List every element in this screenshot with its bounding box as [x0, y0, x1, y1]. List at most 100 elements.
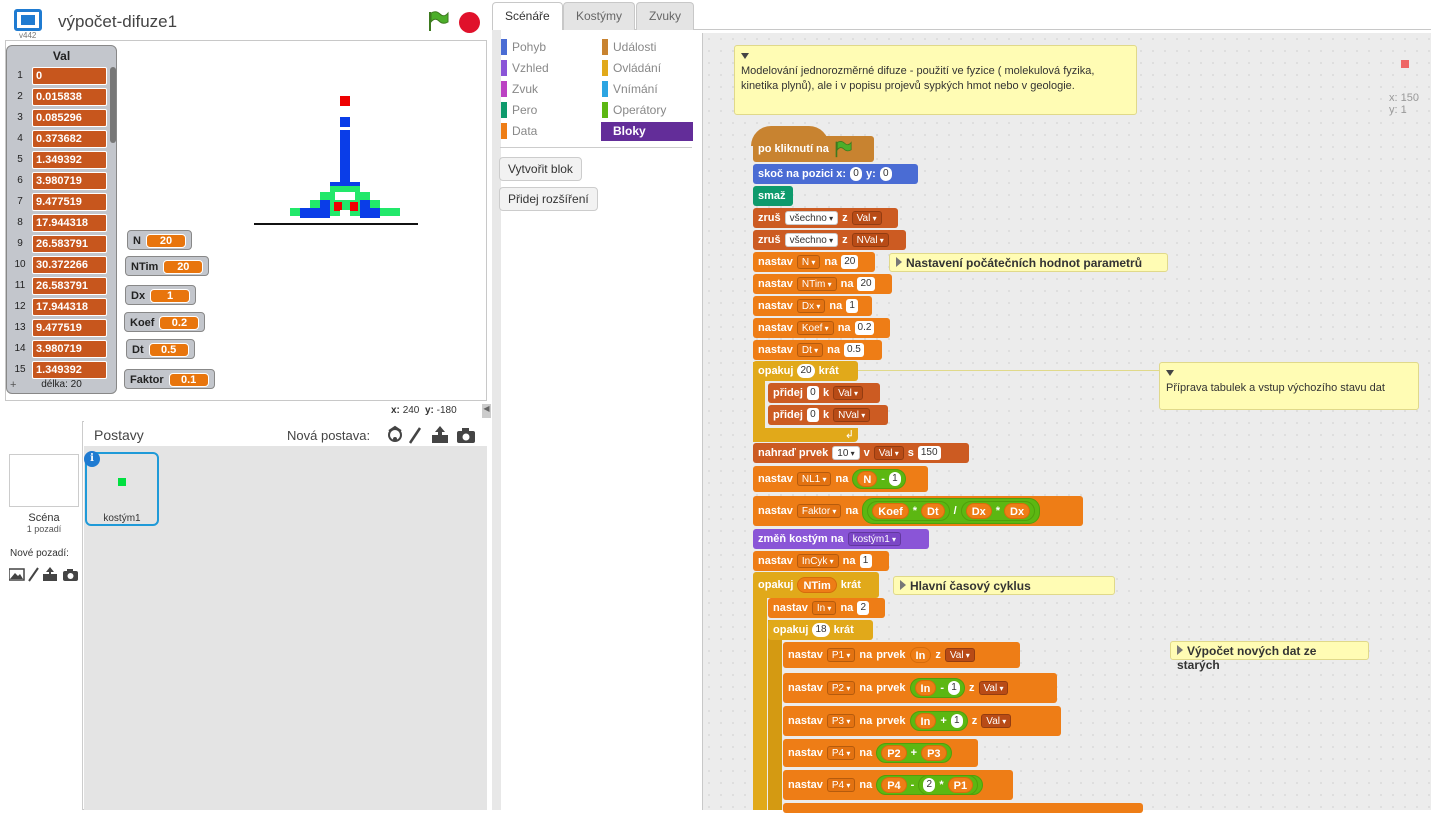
multiply-operator[interactable]: 2 * P1 [918, 775, 979, 795]
list-item-value[interactable]: 26.583791 [32, 277, 107, 295]
add-operator[interactable]: In +1 [909, 711, 968, 731]
category-data[interactable]: Data [501, 122, 537, 140]
info-icon[interactable]: i [84, 451, 100, 467]
list-scrollbar[interactable] [110, 67, 116, 143]
category-pen[interactable]: Pero [501, 101, 537, 119]
stop-icon[interactable] [459, 12, 480, 33]
subtract-operator[interactable]: P4- 2 * P1 [876, 775, 984, 795]
set-incyk-block[interactable]: nastavInCykna1 [753, 551, 889, 571]
goto-xy-block[interactable]: skoč na pozici x: 0 y: 0 [753, 164, 918, 184]
list-item[interactable]: 15 1.349392 [9, 361, 107, 380]
list-item-value[interactable]: 30.372266 [32, 256, 107, 274]
delete-all-nval-block[interactable]: zrušvšechnozNVal [753, 230, 906, 250]
set-ntim-block[interactable]: nastavNTimna20 [753, 274, 892, 294]
repeat-20-block[interactable]: opakuj 20 krát [753, 361, 858, 381]
category-motion[interactable]: Pohyb [501, 38, 546, 56]
list-item-value[interactable]: 0.015838 [32, 88, 107, 106]
list-item-value[interactable]: 9.477519 [32, 193, 107, 211]
switch-costume-block[interactable]: změň kostým na kostým1 [753, 529, 929, 549]
tab-sounds[interactable]: Zvuky [636, 2, 695, 30]
make-block-button[interactable]: Vytvořit blok [499, 157, 582, 181]
list-item[interactable]: 11 26.583791 [9, 277, 107, 296]
repeat-18-block[interactable]: opakuj 18 krát [768, 620, 873, 640]
add-operator[interactable]: P2 + P3 [876, 743, 952, 763]
camera-sprite-icon[interactable] [457, 428, 475, 443]
list-item-value[interactable]: 17.944318 [32, 298, 107, 316]
when-flag-clicked-block[interactable]: po kliknutí na [753, 136, 874, 162]
multiply-operator[interactable]: Dx * Dx [960, 501, 1036, 521]
list-item[interactable]: 13 9.477519 [9, 319, 107, 338]
set-p2-block[interactable]: nastavP2naprvek In-1zVal [783, 673, 1057, 703]
list-item-value[interactable]: 3.980719 [32, 340, 107, 358]
clear-block[interactable]: smaž [753, 186, 793, 206]
monitor-dx[interactable]: Dx 1 [125, 285, 197, 305]
subtract-operator[interactable]: N-1 [852, 469, 906, 489]
paint-backdrop-icon[interactable] [28, 567, 39, 582]
list-item[interactable]: 10 30.372266 [9, 256, 107, 275]
green-flag-icon[interactable] [427, 10, 449, 32]
list-item[interactable]: 4 0.373682 [9, 130, 107, 149]
delete-all-val-block[interactable]: zrušvšechnozVal [753, 208, 898, 228]
comment-calc[interactable]: Výpočet nových dat ze starých [1170, 641, 1369, 672]
list-item[interactable]: 9 26.583791 [9, 235, 107, 254]
category-looks[interactable]: Vzhled [501, 59, 549, 77]
add-to-nval-block[interactable]: přidej 0 k NVal [768, 405, 888, 425]
stage-thumbnail[interactable] [9, 454, 79, 507]
category-events[interactable]: Události [602, 38, 656, 56]
set-n-block[interactable]: nastavNna20 [753, 252, 875, 272]
add-extension-button[interactable]: Přidej rozšíření [499, 187, 598, 211]
monitor-dt[interactable]: Dt 0.5 [126, 339, 195, 359]
list-item[interactable]: 10 [9, 67, 107, 86]
list-item-value[interactable]: 0.373682 [32, 130, 107, 148]
list-item[interactable]: 14 3.980719 [9, 340, 107, 359]
next-block-partial[interactable] [783, 803, 1143, 813]
collapse-arrow-icon[interactable]: ◀ [482, 404, 491, 418]
upload-backdrop-icon[interactable] [43, 567, 57, 581]
monitor-faktor[interactable]: Faktor 0.1 [124, 369, 215, 389]
add-to-val-block[interactable]: přidej 0 k Val [768, 383, 880, 403]
category-sound[interactable]: Zvuk [501, 80, 538, 98]
set-in-block[interactable]: nastavInna2 [768, 598, 885, 618]
list-item-value[interactable]: 17.944318 [32, 214, 107, 232]
list-item[interactable]: 12 17.944318 [9, 298, 107, 317]
multiply-operator[interactable]: Koef * Dt [867, 501, 950, 521]
monitor-koef[interactable]: Koef 0.2 [124, 312, 206, 332]
category-operators[interactable]: Operátory [602, 101, 666, 119]
list-item[interactable]: 8 17.944318 [9, 214, 107, 233]
monitor-n[interactable]: N 20 [127, 230, 192, 250]
list-item-value[interactable]: 9.477519 [32, 319, 107, 337]
list-item[interactable]: 7 9.477519 [9, 193, 107, 212]
category-sensing[interactable]: Vnímání [602, 80, 658, 98]
monitor-ntim[interactable]: NTim 20 [125, 256, 210, 276]
paint-sprite-icon[interactable] [408, 427, 422, 444]
list-item-value[interactable]: 1.349392 [32, 151, 107, 169]
list-item[interactable]: 2 0.015838 [9, 88, 107, 107]
fullscreen-icon[interactable] [14, 9, 42, 31]
list-item-value[interactable]: 1.349392 [32, 361, 107, 379]
upload-sprite-icon[interactable] [432, 426, 448, 443]
comment-intro[interactable]: Modelování jednorozměrné difuze - použit… [734, 45, 1137, 115]
set-nl1-block[interactable]: nastavNL1na N-1 [753, 466, 928, 492]
list-item-value[interactable]: 0 [32, 67, 107, 85]
list-item[interactable]: 5 1.349392 [9, 151, 107, 170]
backdrop-library-icon[interactable] [8, 568, 25, 581]
comment-main[interactable]: Hlavní časový cyklus [893, 576, 1115, 595]
list-item[interactable]: 6 3.980719 [9, 172, 107, 191]
comment-init[interactable]: Nastavení počátečních hodnot parametrů [889, 253, 1168, 272]
category-more-blocks[interactable]: Bloky [601, 122, 693, 141]
list-item-value[interactable]: 0.085296 [32, 109, 107, 127]
list-item-value[interactable]: 3.980719 [32, 172, 107, 190]
set-p3-block[interactable]: nastavP3naprvek In+1zVal [783, 706, 1061, 736]
subtract-operator[interactable]: In -1 [909, 678, 965, 698]
list-monitor-val[interactable]: Val 1 0 2 0.015838 3 0.085296 4 0.373682 5 1.3493… [6, 45, 117, 394]
set-p4-sum-block[interactable]: nastavP4na P2+P3 [783, 739, 978, 767]
repeat-ntim-block[interactable]: opakuj NTim krát [753, 572, 879, 598]
set-dx-block[interactable]: nastavDxna1 [753, 296, 872, 316]
tab-scripts[interactable]: Scénáře [492, 2, 563, 31]
divide-operator[interactable]: Koef * Dt / Dx * Dx [862, 498, 1041, 524]
set-faktor-block[interactable]: nastavFaktorna Koef*Dt / Dx*Dx [753, 496, 1083, 526]
set-koef-block[interactable]: nastavKoefna0.2 [753, 318, 890, 338]
list-item[interactable]: 3 0.085296 [9, 109, 107, 128]
camera-backdrop-icon[interactable] [63, 569, 78, 581]
set-p4-diff-block[interactable]: nastavP4na P4- 2*P1 [783, 770, 1013, 800]
